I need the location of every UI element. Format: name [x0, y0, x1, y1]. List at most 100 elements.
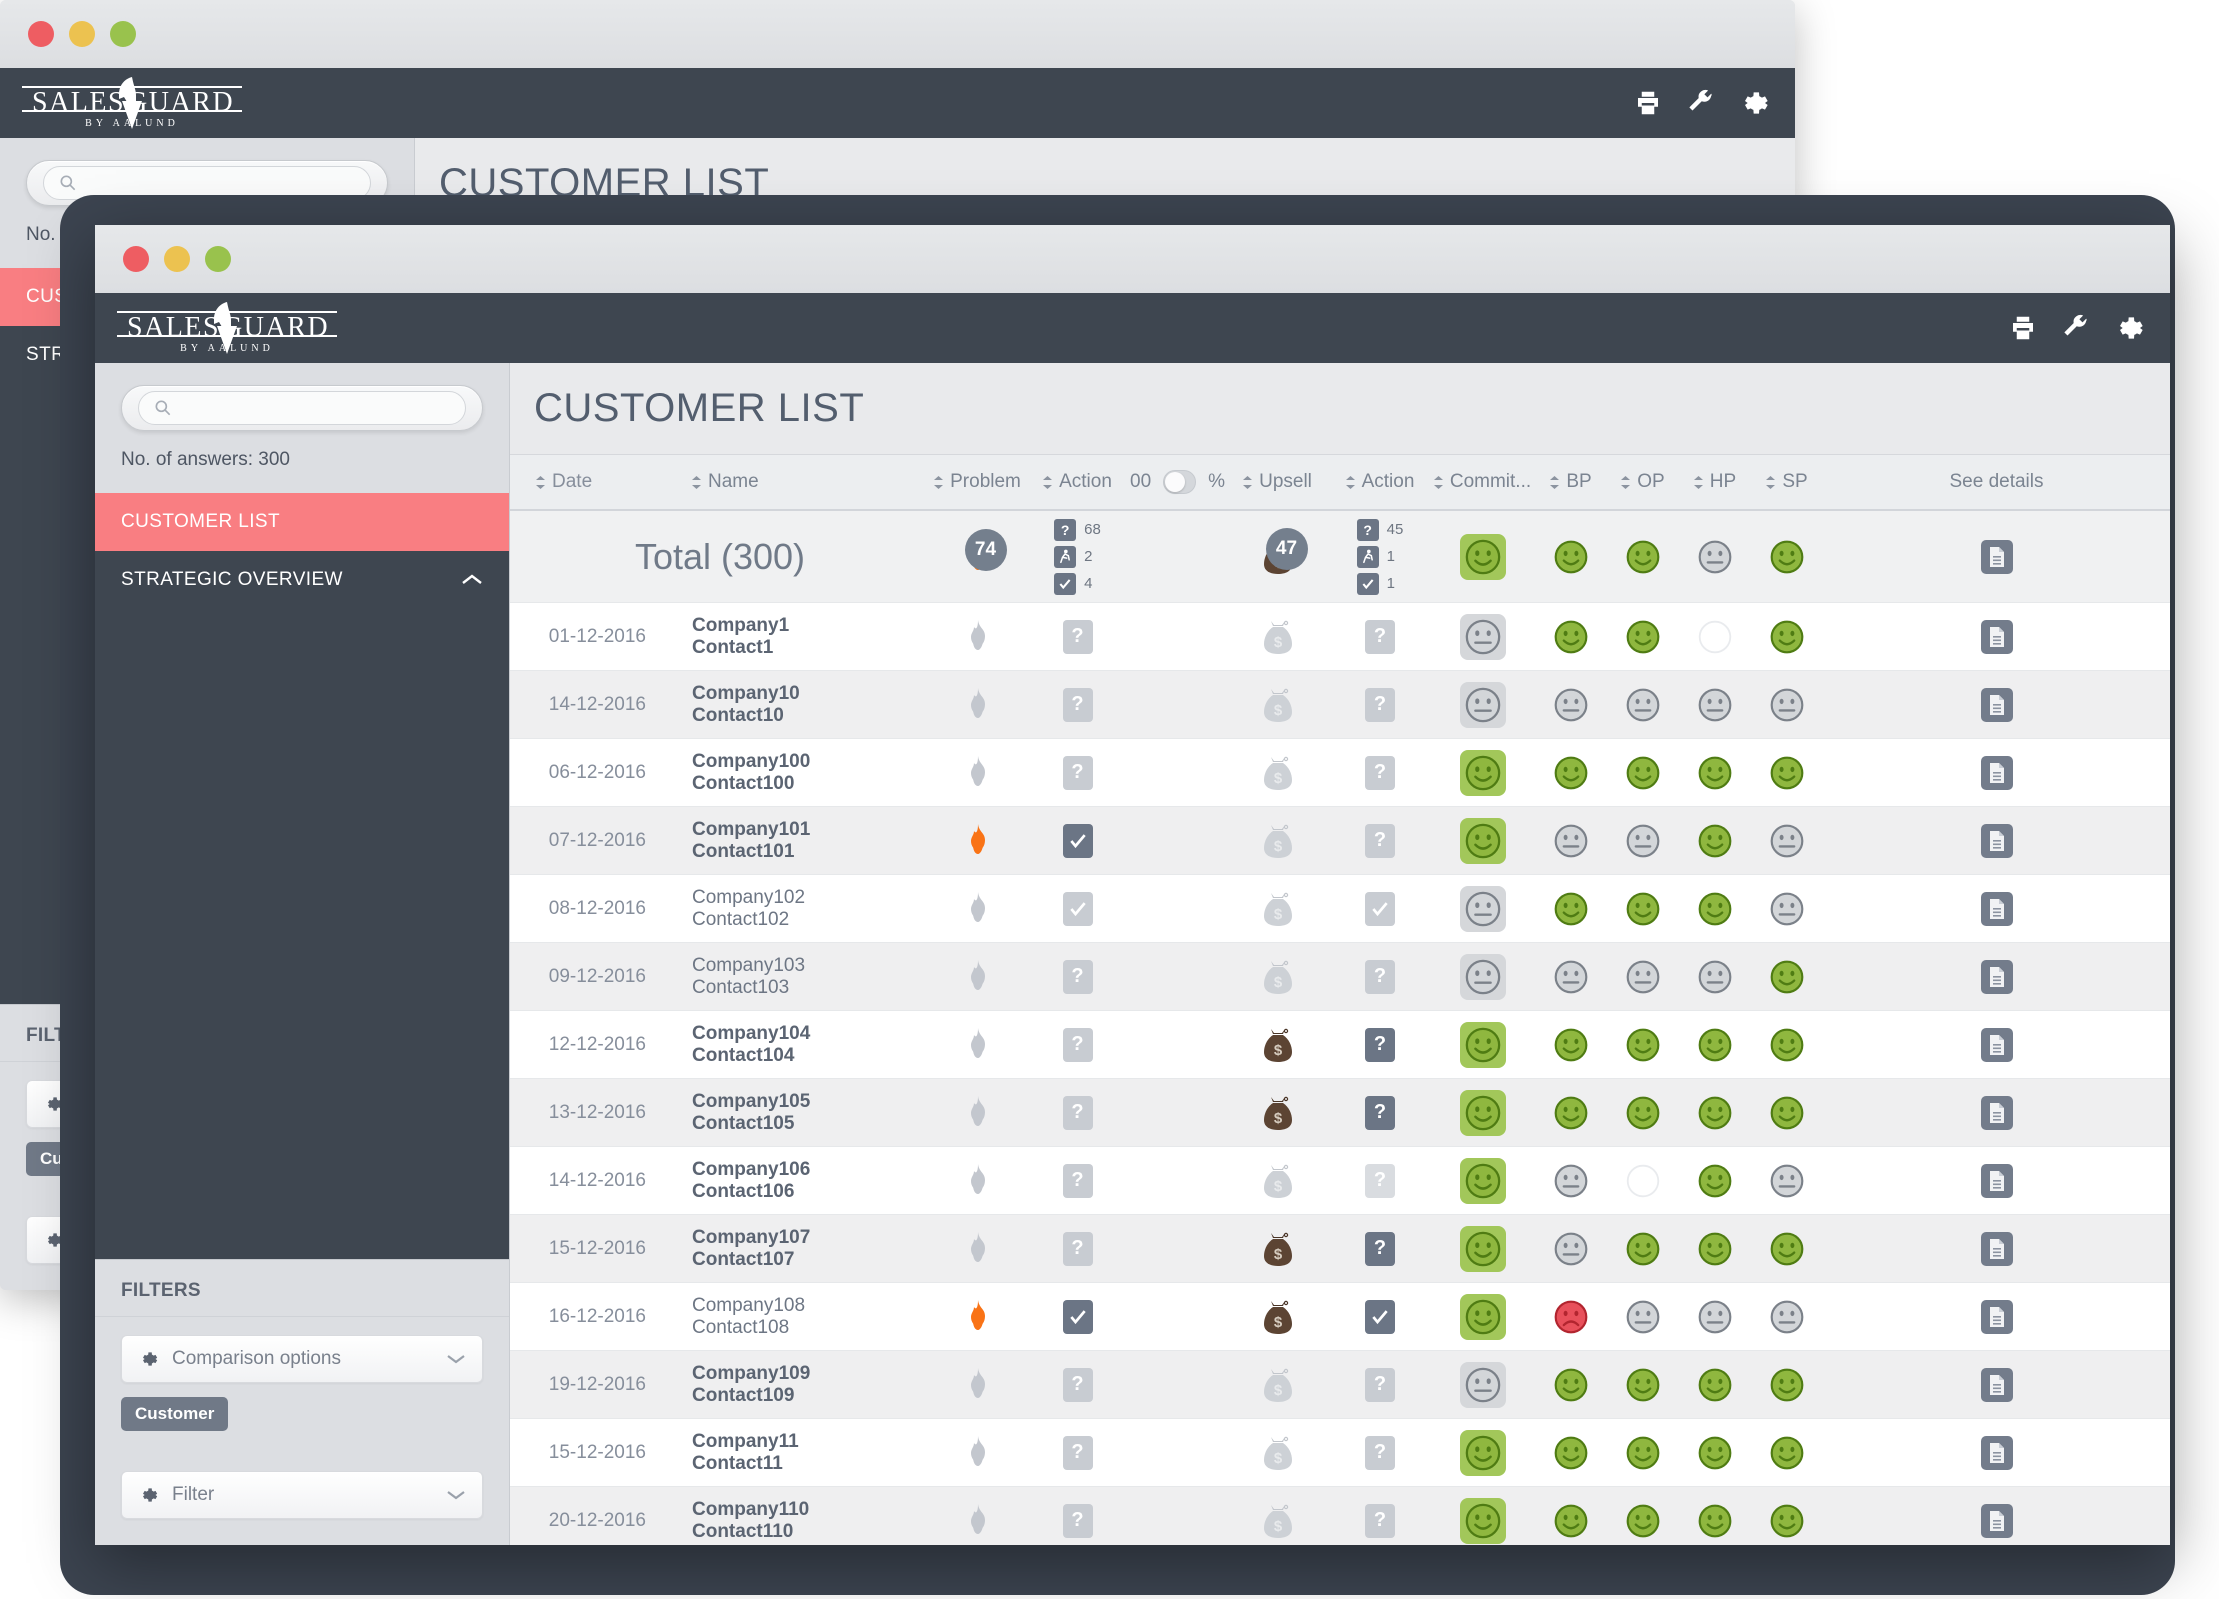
cell-details[interactable] [1823, 959, 2170, 994]
sort-icon[interactable] [1693, 475, 1703, 489]
table-row[interactable]: 08-12-2016 Company102 Contact102 $ [510, 875, 2170, 943]
question-icon[interactable]: ? [1365, 619, 1395, 654]
gear-icon[interactable] [2112, 312, 2144, 344]
wrench-icon[interactable] [1685, 88, 1715, 118]
column-header-action2[interactable]: Action [1330, 471, 1430, 493]
column-header-upsell[interactable]: Upsell [1225, 471, 1330, 493]
table-row[interactable]: 06-12-2016 Company100 Contact100? $? [510, 739, 2170, 807]
cell-problem[interactable] [930, 1095, 1025, 1131]
cell-action-upsell[interactable]: ? [1330, 1503, 1430, 1538]
cell-upsell[interactable]: $ [1225, 822, 1330, 860]
column-header-commit[interactable]: Commit... [1430, 471, 1535, 493]
question-icon[interactable]: ? [1365, 1435, 1395, 1470]
column-header-hp[interactable]: HP [1679, 471, 1751, 493]
question-icon[interactable]: ? [1365, 1231, 1395, 1266]
question-icon[interactable]: ? [1365, 1163, 1395, 1198]
question-icon[interactable]: ? [1365, 959, 1395, 994]
cell-action-upsell[interactable]: ? [1330, 1435, 1430, 1470]
gear-icon[interactable] [1737, 87, 1769, 119]
table-row[interactable]: 13-12-2016 Company105 Contact105? $? [510, 1079, 2170, 1147]
check-icon[interactable] [1062, 823, 1093, 858]
comparison-options-select[interactable]: Comparison options [121, 1335, 483, 1383]
question-icon[interactable]: ? [1062, 1095, 1093, 1130]
question-icon[interactable]: ? [1062, 687, 1093, 722]
question-icon[interactable]: ? [1365, 687, 1395, 722]
table-row[interactable]: 20-12-2016 Company110 Contact110? $? [510, 1487, 2170, 1545]
cell-upsell[interactable]: $ [1225, 1094, 1330, 1132]
table-row[interactable]: 16-12-2016 Company108 Contact108 $ [510, 1283, 2170, 1351]
question-icon[interactable]: ? [1062, 1367, 1093, 1402]
cell-action-upsell[interactable]: ? [1330, 619, 1430, 654]
table-row[interactable]: 01-12-2016 Company1 Contact1? $? [510, 603, 2170, 671]
document-icon[interactable] [1980, 959, 2013, 994]
question-icon[interactable]: ? [1365, 1027, 1395, 1062]
cell-upsell[interactable]: $ [1225, 890, 1330, 928]
customer-chip[interactable]: Customer [121, 1397, 229, 1431]
sort-icon[interactable] [1433, 475, 1443, 489]
table-row[interactable]: 12-12-2016 Company104 Contact104? $? [510, 1011, 2170, 1079]
cell-action[interactable]: ? [1025, 1027, 1130, 1062]
question-icon[interactable]: ? [1062, 1231, 1093, 1266]
cell-details[interactable] [1823, 823, 2170, 858]
sidebar-item-customer-list[interactable]: CUSTOMER LIST [95, 493, 509, 551]
document-icon[interactable] [1980, 1027, 2013, 1062]
close-icon[interactable] [123, 246, 149, 272]
sort-icon[interactable] [692, 475, 701, 489]
document-icon[interactable] [1980, 619, 2013, 654]
cell-upsell[interactable]: $ [1225, 1026, 1330, 1064]
table-row[interactable]: 15-12-2016 Company11 Contact11? $? [510, 1419, 2170, 1487]
document-icon[interactable] [1980, 539, 2013, 574]
sort-icon[interactable] [1621, 475, 1631, 489]
cell-upsell[interactable]: $ [1225, 1502, 1330, 1540]
sort-icon[interactable] [1550, 475, 1560, 489]
search-input[interactable] [173, 399, 465, 417]
cell-details[interactable] [1823, 1367, 2170, 1402]
question-icon[interactable]: ? [1062, 755, 1093, 790]
cell-action-upsell[interactable]: ? [1330, 823, 1430, 858]
sidebar-item-strategic-overview[interactable]: STRATEGIC OVERVIEW [95, 551, 509, 609]
cell-problem[interactable] [930, 1027, 1025, 1063]
cell-details[interactable] [1823, 1503, 2170, 1538]
document-icon[interactable] [1980, 891, 2013, 926]
check-icon[interactable] [1365, 1299, 1395, 1334]
cell-upsell[interactable]: $ [1225, 618, 1330, 656]
filter-select[interactable]: Filter [121, 1471, 483, 1519]
cell-action-upsell[interactable]: ? [1330, 1367, 1430, 1402]
cell-action[interactable] [1025, 1299, 1130, 1334]
question-icon[interactable]: ? [1365, 1367, 1395, 1402]
sort-icon[interactable] [934, 475, 944, 489]
print-icon[interactable] [2008, 313, 2038, 343]
document-icon[interactable] [1980, 1231, 2013, 1266]
table-row[interactable]: 14-12-2016 Company10 Contact10? $? [510, 671, 2170, 739]
cell-problem[interactable] [930, 1435, 1025, 1471]
cell-action-upsell[interactable]: ? [1330, 1231, 1430, 1266]
document-icon[interactable] [1980, 823, 2013, 858]
document-icon[interactable] [1980, 1503, 2013, 1538]
check-icon[interactable] [1062, 891, 1093, 926]
sort-icon[interactable] [1345, 475, 1355, 489]
cell-problem[interactable] [930, 1231, 1025, 1267]
cell-action[interactable] [1025, 823, 1130, 858]
print-icon[interactable] [1633, 88, 1663, 118]
cell-problem[interactable] [930, 1503, 1025, 1539]
table-row[interactable]: 07-12-2016 Company101 Contact101 $? [510, 807, 2170, 875]
sort-icon[interactable] [1766, 475, 1776, 489]
cell-upsell[interactable]: $ [1225, 1366, 1330, 1404]
document-icon[interactable] [1980, 1163, 2013, 1198]
cell-problem[interactable] [930, 1367, 1025, 1403]
percent-toggle[interactable] [1163, 470, 1197, 494]
question-icon[interactable]: ? [1365, 1503, 1395, 1538]
cell-action-upsell[interactable]: ? [1330, 687, 1430, 722]
cell-action[interactable]: ? [1025, 1095, 1130, 1130]
cell-action-upsell[interactable]: ? [1330, 755, 1430, 790]
cell-details[interactable] [1823, 1095, 2170, 1130]
document-icon[interactable] [1980, 1095, 2013, 1130]
document-icon[interactable] [1980, 755, 2013, 790]
column-header-problem[interactable]: Problem [930, 471, 1025, 493]
cell-problem[interactable] [930, 959, 1025, 995]
table-row[interactable]: 09-12-2016 Company103 Contact103? $? [510, 943, 2170, 1011]
column-header-sp[interactable]: SP [1751, 471, 1823, 493]
maximize-icon[interactable] [110, 21, 136, 47]
question-icon[interactable]: ? [1062, 1163, 1093, 1198]
cell-details[interactable] [1823, 755, 2170, 790]
